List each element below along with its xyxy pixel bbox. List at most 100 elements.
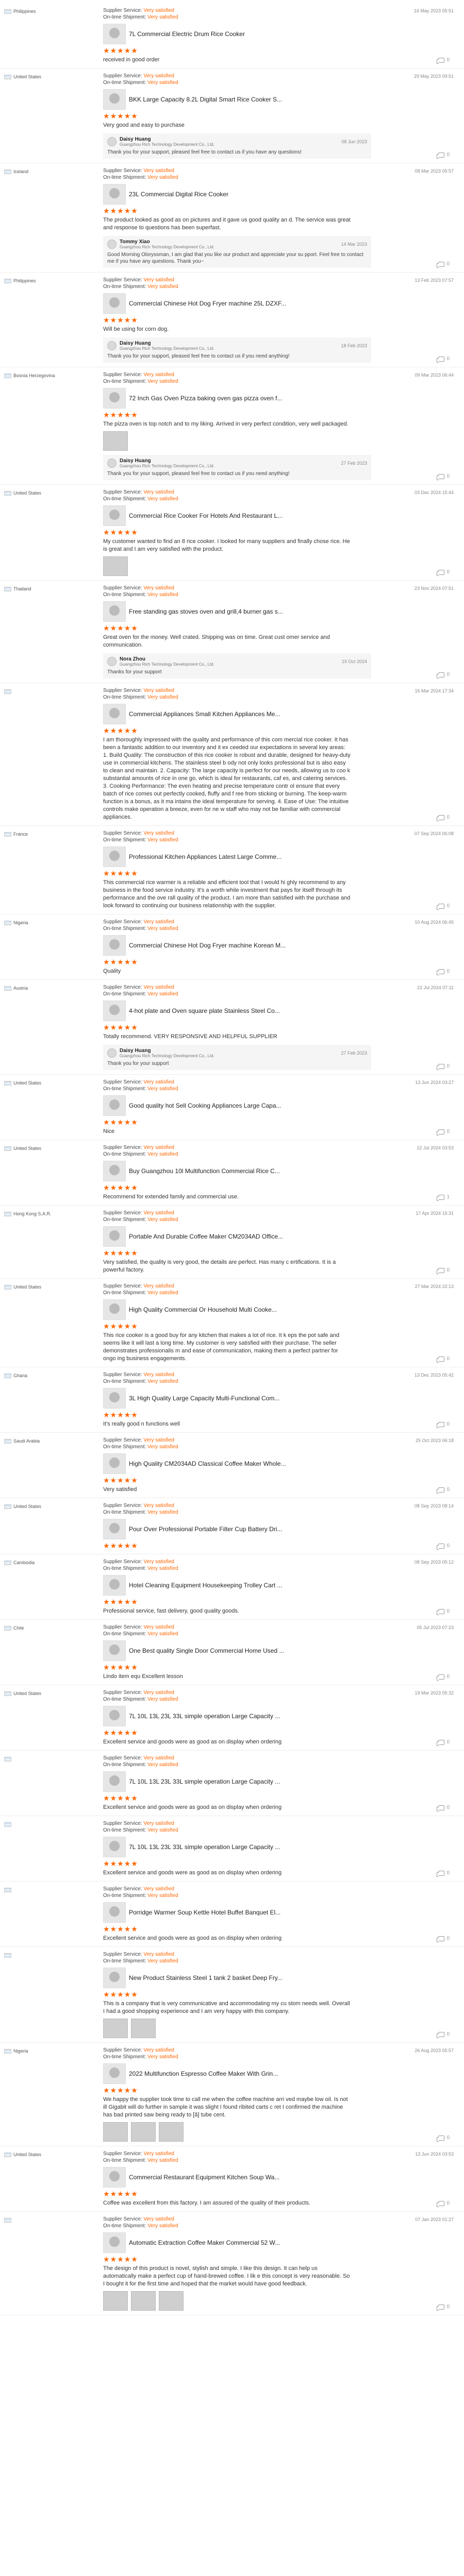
product-title[interactable]: High Quality CM2034AD Classical Coffee M…	[129, 1460, 286, 1467]
product-image[interactable]	[103, 24, 126, 44]
product-image[interactable]	[103, 505, 126, 526]
helpful-button[interactable]: 0	[437, 152, 450, 159]
product-image[interactable]	[103, 89, 126, 110]
product-title[interactable]: 23L Commercial Digital Rice Cooker	[129, 191, 228, 198]
product-summary[interactable]: Buy Guangzhou 10l Multifunction Commerci…	[103, 1161, 454, 1181]
product-summary[interactable]: 3L High Quality Large Capacity Multi-Fun…	[103, 1388, 454, 1409]
product-image[interactable]	[103, 1771, 126, 1792]
product-summary[interactable]: Commercial Rice Cooker For Hotels And Re…	[103, 505, 454, 526]
helpful-button[interactable]: 0	[437, 2304, 450, 2311]
review-photo[interactable]	[131, 2019, 156, 2038]
helpful-button[interactable]: 0	[437, 2200, 450, 2207]
helpful-button[interactable]: 0	[437, 1805, 450, 1811]
product-title[interactable]: Hotel Cleaning Equipment Housekeeping Tr…	[129, 1582, 283, 1589]
product-title[interactable]: Professional Kitchen Appliances Latest L…	[129, 853, 281, 860]
product-title[interactable]: High Quality Commercial Or Household Mul…	[129, 1306, 277, 1313]
product-image[interactable]	[103, 1968, 126, 1988]
product-summary[interactable]: Pour Over Professional Portable Filter C…	[103, 1519, 454, 1539]
product-summary[interactable]: 23L Commercial Digital Rice Cooker	[103, 184, 454, 205]
helpful-button[interactable]: 0	[437, 1421, 450, 1428]
helpful-button[interactable]: 0	[437, 815, 450, 821]
product-summary[interactable]: High Quality Commercial Or Household Mul…	[103, 1299, 454, 1320]
product-summary[interactable]: New Product Stainless Steel 1 tank 2 bas…	[103, 1968, 454, 1988]
product-title[interactable]: 3L High Quality Large Capacity Multi-Fun…	[129, 1395, 279, 1402]
helpful-button[interactable]: 0	[437, 1543, 450, 1550]
product-image[interactable]	[103, 293, 126, 314]
helpful-button[interactable]: 0	[437, 261, 450, 268]
helpful-button[interactable]: 0	[437, 1674, 450, 1681]
product-summary[interactable]: 7L 10L 13L 23L 33L simple operation Larg…	[103, 1837, 454, 1857]
review-photo[interactable]	[159, 2291, 184, 2311]
product-image[interactable]	[103, 1095, 126, 1116]
product-image[interactable]	[103, 1837, 126, 1857]
helpful-button[interactable]: 0	[437, 1870, 450, 1877]
product-summary[interactable]: One Best quality Single Door Commercial …	[103, 1640, 454, 1661]
helpful-button[interactable]: 1	[437, 1194, 450, 1201]
helpful-button[interactable]: 0	[437, 672, 450, 679]
product-title[interactable]: 72 Inch Gas Oven Pizza baking oven gas p…	[129, 395, 283, 402]
review-photo[interactable]	[103, 2122, 128, 2142]
product-title[interactable]: One Best quality Single Door Commercial …	[129, 1647, 284, 1654]
product-image[interactable]	[103, 2232, 126, 2253]
product-summary[interactable]: 7L 10L 13L 23L 33L simple operation Larg…	[103, 1706, 454, 1726]
product-image[interactable]	[103, 601, 126, 622]
product-title[interactable]: 2022 Multifunction Espresso Coffee Maker…	[129, 2070, 278, 2077]
helpful-button[interactable]: 0	[437, 1936, 450, 1942]
product-summary[interactable]: BKK Large Capacity 8.2L Digital Smart Ri…	[103, 89, 454, 110]
product-summary[interactable]: Professional Kitchen Appliances Latest L…	[103, 846, 454, 867]
product-image[interactable]	[103, 1299, 126, 1320]
helpful-button[interactable]: 0	[437, 1063, 450, 1070]
product-image[interactable]	[103, 1161, 126, 1181]
product-image[interactable]	[103, 1902, 126, 1923]
product-title[interactable]: Commercial Rice Cooker For Hotels And Re…	[129, 512, 283, 519]
product-title[interactable]: 4-hot plate and Oven square plate Stainl…	[129, 1007, 280, 1014]
helpful-button[interactable]: 0	[437, 1356, 450, 1363]
product-image[interactable]	[103, 1226, 126, 1247]
helpful-button[interactable]: 0	[437, 2135, 450, 2142]
product-summary[interactable]: Free standing gas stoves oven and grill,…	[103, 601, 454, 622]
product-image[interactable]	[103, 1519, 126, 1539]
product-title[interactable]: Portable And Durable Coffee Maker CM2034…	[129, 1233, 283, 1240]
product-summary[interactable]: High Quality CM2034AD Classical Coffee M…	[103, 1453, 454, 1474]
product-title[interactable]: Free standing gas stoves oven and grill,…	[129, 608, 283, 615]
product-image[interactable]	[103, 1001, 126, 1021]
product-title[interactable]: Commercial Restaurant Equipment Kitchen …	[129, 2174, 279, 2181]
product-summary[interactable]: 2022 Multifunction Espresso Coffee Maker…	[103, 2063, 454, 2084]
product-summary[interactable]: Commercial Appliances Small Kitchen Appl…	[103, 704, 454, 724]
review-photo[interactable]	[159, 2122, 184, 2142]
product-title[interactable]: 7L 10L 13L 23L 33L simple operation Larg…	[129, 1778, 280, 1785]
product-summary[interactable]: 4-hot plate and Oven square plate Stainl…	[103, 1001, 454, 1021]
product-title[interactable]: 7L 10L 13L 23L 33L simple operation Larg…	[129, 1843, 280, 1851]
product-summary[interactable]: 7L 10L 13L 23L 33L simple operation Larg…	[103, 1771, 454, 1792]
product-summary[interactable]: 72 Inch Gas Oven Pizza baking oven gas p…	[103, 388, 454, 409]
product-title[interactable]: Automatic Extraction Coffee Maker Commer…	[129, 2239, 280, 2246]
review-photo[interactable]	[103, 431, 128, 451]
product-image[interactable]	[103, 704, 126, 724]
product-title[interactable]: BKK Large Capacity 8.2L Digital Smart Ri…	[129, 96, 282, 103]
product-summary[interactable]: Commercial Chinese Hot Dog Fryer machine…	[103, 293, 454, 314]
product-image[interactable]	[103, 388, 126, 409]
product-summary[interactable]: Portable And Durable Coffee Maker CM2034…	[103, 1226, 454, 1247]
product-title[interactable]: Porridge Warmer Soup Kettle Hotel Buffet…	[129, 1909, 280, 1916]
helpful-button[interactable]: 0	[437, 2031, 450, 2038]
helpful-button[interactable]: 0	[437, 903, 450, 910]
review-photo[interactable]	[103, 2291, 128, 2311]
product-image[interactable]	[103, 1575, 126, 1596]
helpful-button[interactable]: 0	[437, 473, 450, 480]
product-summary[interactable]: Commercial Chinese Hot Dog Fryer machine…	[103, 935, 454, 956]
product-summary[interactable]: 7L Commercial Electric Drum Rice Cooker	[103, 24, 454, 44]
helpful-button[interactable]: 0	[437, 1267, 450, 1274]
helpful-button[interactable]: 0	[437, 969, 450, 975]
product-image[interactable]	[103, 2167, 126, 2188]
product-image[interactable]	[103, 1388, 126, 1409]
review-photo[interactable]	[103, 556, 128, 576]
product-image[interactable]	[103, 935, 126, 956]
review-photo[interactable]	[131, 2122, 156, 2142]
helpful-button[interactable]: 0	[437, 1487, 450, 1494]
review-photo[interactable]	[103, 2019, 128, 2038]
product-title[interactable]: 7L 10L 13L 23L 33L simple operation Larg…	[129, 1713, 280, 1720]
product-image[interactable]	[103, 184, 126, 205]
product-title[interactable]: Buy Guangzhou 10l Multifunction Commerci…	[129, 1167, 280, 1175]
product-title[interactable]: New Product Stainless Steel 1 tank 2 bas…	[129, 1974, 283, 1981]
helpful-button[interactable]: 0	[437, 1739, 450, 1746]
